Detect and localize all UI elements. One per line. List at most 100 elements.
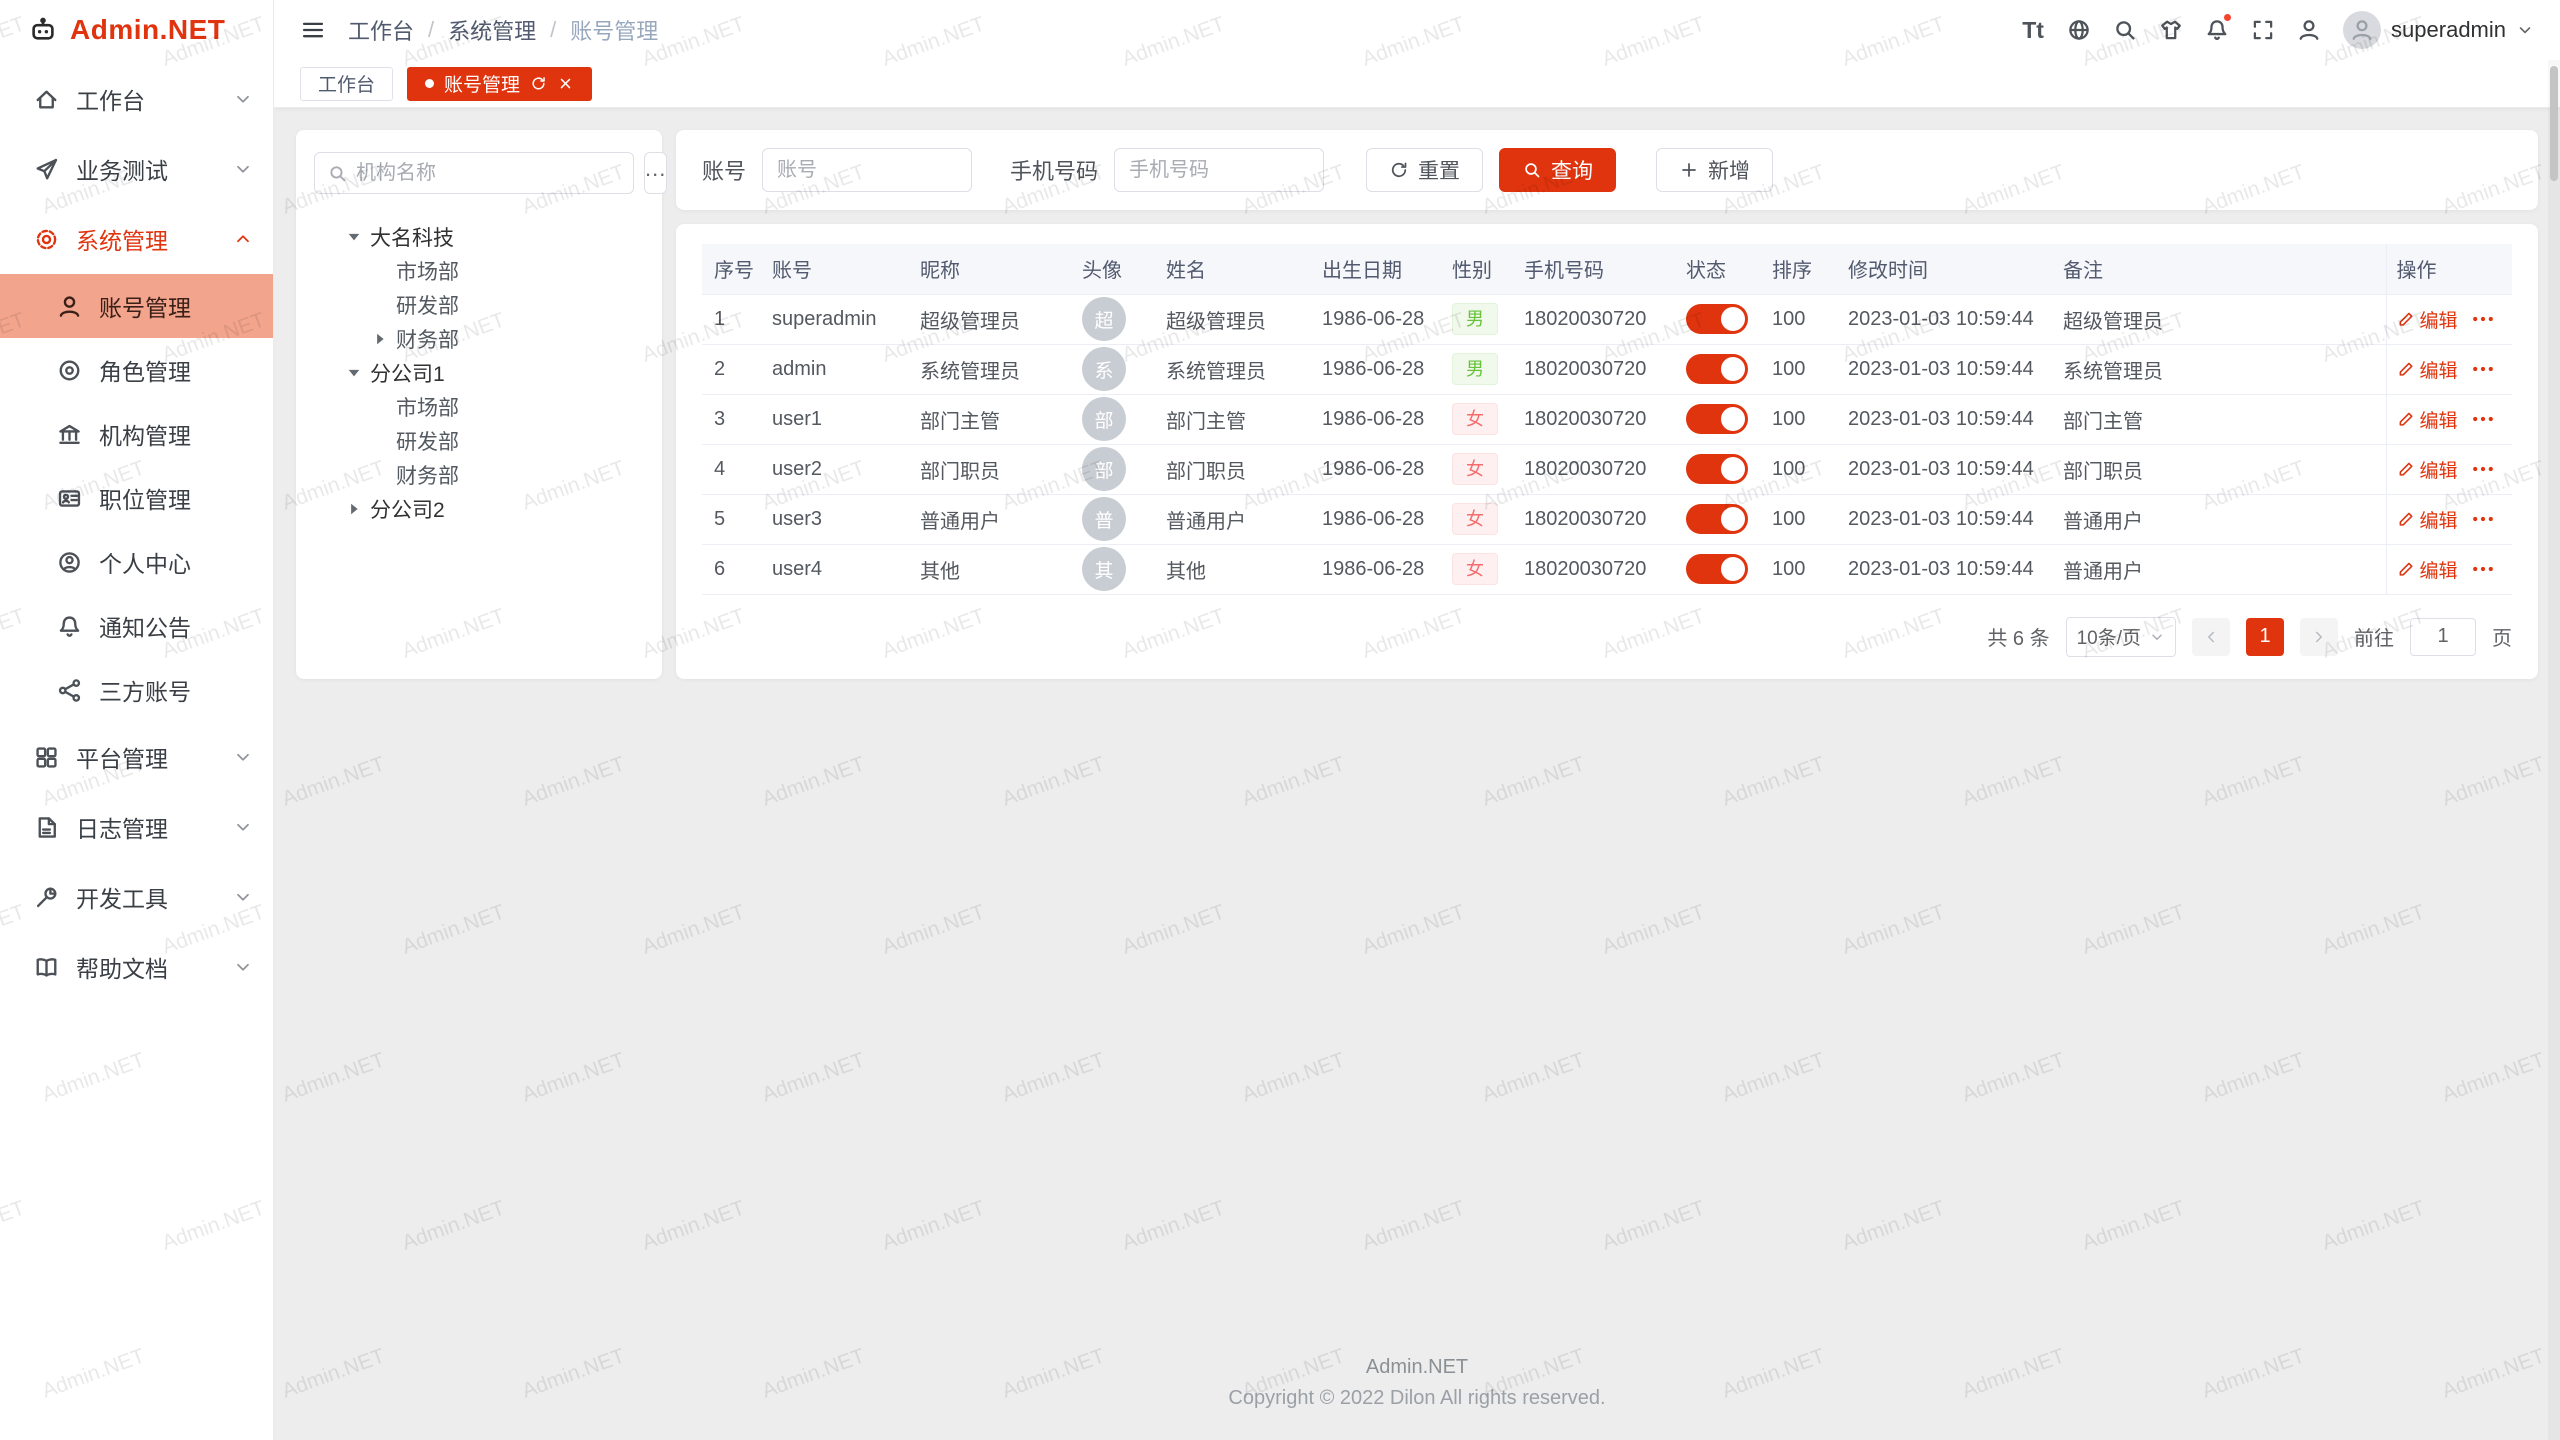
- breadcrumb-item[interactable]: 系统管理: [448, 14, 536, 46]
- cell-status: [1674, 294, 1760, 344]
- status-toggle[interactable]: [1686, 454, 1748, 484]
- cell-sort: 100: [1760, 494, 1836, 544]
- sidebar-item-log-mgmt[interactable]: 日志管理: [0, 792, 273, 862]
- menu-search-button[interactable]: [2103, 0, 2147, 60]
- sidebar-item-platform-mgmt[interactable]: 平台管理: [0, 722, 273, 792]
- cell-sort: 100: [1760, 394, 1836, 444]
- page-1-button[interactable]: 1: [2246, 618, 2284, 656]
- user-circle-icon: [56, 549, 83, 576]
- status-toggle[interactable]: [1686, 354, 1748, 384]
- caret-down-icon[interactable]: [344, 363, 364, 383]
- fullscreen-button[interactable]: [2241, 0, 2285, 60]
- goto-page-input[interactable]: [2410, 618, 2476, 656]
- caret-right-icon[interactable]: [344, 499, 364, 519]
- sidebar-item-system-mgmt[interactable]: 系统管理: [0, 204, 273, 274]
- row-more-button[interactable]: [2470, 506, 2496, 532]
- profile-button[interactable]: [2287, 0, 2331, 60]
- cell-actions: 编辑: [2386, 394, 2512, 444]
- gender-tag: 男: [1452, 303, 1498, 335]
- tab-account-mgmt[interactable]: 账号管理: [407, 67, 592, 101]
- sidebar-item-dev-tools[interactable]: 开发工具: [0, 862, 273, 932]
- reset-button[interactable]: 重置: [1366, 148, 1483, 192]
- tab-workbench[interactable]: 工作台: [300, 67, 393, 101]
- org-search-box[interactable]: [314, 152, 634, 194]
- tab-close-icon[interactable]: [557, 75, 574, 92]
- tree-node[interactable]: 分公司1: [314, 356, 644, 390]
- notification-button[interactable]: [2195, 0, 2239, 60]
- row-more-button[interactable]: [2470, 356, 2496, 382]
- search-icon: [1522, 160, 1542, 180]
- cell-index: 5: [702, 494, 760, 544]
- row-more-button[interactable]: [2470, 406, 2496, 432]
- sidebar-item-notice[interactable]: 通知公告: [0, 594, 273, 658]
- cell-actions: 编辑: [2386, 344, 2512, 394]
- tab-refresh-icon[interactable]: [530, 75, 547, 92]
- caret-placeholder: [370, 465, 390, 485]
- sidebar-item-position-mgmt[interactable]: 职位管理: [0, 466, 273, 530]
- book-icon: [33, 954, 60, 981]
- breadcrumb-item[interactable]: 账号管理: [570, 14, 658, 46]
- status-toggle[interactable]: [1686, 504, 1748, 534]
- caret-placeholder: [370, 295, 390, 315]
- status-toggle[interactable]: [1686, 554, 1748, 584]
- tree-node[interactable]: 市场部: [314, 254, 644, 288]
- tree-node[interactable]: 市场部: [314, 390, 644, 424]
- edit-icon: [2397, 460, 2415, 478]
- theme-button[interactable]: [2149, 0, 2193, 60]
- tree-node[interactable]: 大名科技: [314, 220, 644, 254]
- language-button[interactable]: [2057, 0, 2101, 60]
- sidebar-item-help-docs[interactable]: 帮助文档: [0, 932, 273, 1002]
- edit-button[interactable]: 编辑: [2397, 406, 2458, 433]
- status-toggle[interactable]: [1686, 304, 1748, 334]
- sidebar-item-business-test[interactable]: 业务测试: [0, 134, 273, 204]
- sidebar-item-third-party-account[interactable]: 三方账号: [0, 658, 273, 722]
- tree-node[interactable]: 研发部: [314, 424, 644, 458]
- cell-phone: 18020030720: [1512, 544, 1674, 594]
- sidebar-item-account-mgmt[interactable]: 账号管理: [0, 274, 273, 338]
- org-search-input[interactable]: [356, 162, 621, 185]
- next-page-button[interactable]: [2300, 618, 2338, 656]
- tree-node-label: 研发部: [396, 426, 459, 456]
- caret-right-icon[interactable]: [370, 329, 390, 349]
- edit-button[interactable]: 编辑: [2397, 456, 2458, 483]
- edit-button[interactable]: 编辑: [2397, 506, 2458, 533]
- share-icon: [56, 677, 83, 704]
- bell-icon: [56, 613, 83, 640]
- tree-node[interactable]: 财务部: [314, 322, 644, 356]
- scrollbar[interactable]: [2550, 66, 2558, 181]
- tree-node[interactable]: 研发部: [314, 288, 644, 322]
- account-filter-input[interactable]: [762, 148, 972, 192]
- row-more-button[interactable]: [2470, 556, 2496, 582]
- edit-button[interactable]: 编辑: [2397, 556, 2458, 583]
- font-size-button[interactable]: Tt: [2011, 0, 2055, 60]
- status-toggle[interactable]: [1686, 404, 1748, 434]
- phone-filter-input[interactable]: [1114, 148, 1324, 192]
- caret-down-icon[interactable]: [344, 227, 364, 247]
- brand-logo[interactable]: Admin.NET: [0, 0, 273, 60]
- tree-more-button[interactable]: ...: [644, 152, 667, 194]
- query-button[interactable]: 查询: [1499, 148, 1616, 192]
- sidebar-item-workbench[interactable]: 工作台: [0, 64, 273, 134]
- plus-icon: [1679, 160, 1699, 180]
- user-menu[interactable]: superadmin: [2343, 11, 2540, 49]
- tree-node[interactable]: 财务部: [314, 458, 644, 492]
- phone-filter-label: 手机号码: [1010, 154, 1098, 186]
- breadcrumb-item[interactable]: 工作台: [348, 14, 414, 46]
- row-more-button[interactable]: [2470, 306, 2496, 332]
- tree-node-label: 市场部: [396, 392, 459, 422]
- collapse-menu-icon[interactable]: [300, 17, 326, 43]
- org-tree-panel: ... 大名科技市场部研发部财务部分公司1市场部研发部财务部分公司2: [296, 130, 662, 679]
- edit-button[interactable]: 编辑: [2397, 306, 2458, 333]
- add-button[interactable]: 新增: [1656, 148, 1773, 192]
- sidebar-item-org-mgmt[interactable]: 机构管理: [0, 402, 273, 466]
- prev-page-button[interactable]: [2192, 618, 2230, 656]
- cell-nickname: 超级管理员: [908, 294, 1070, 344]
- page-size-select[interactable]: 10条/页: [2066, 617, 2176, 657]
- edit-button[interactable]: 编辑: [2397, 356, 2458, 383]
- sidebar-item-personal-center[interactable]: 个人中心: [0, 530, 273, 594]
- tree-node[interactable]: 分公司2: [314, 492, 644, 526]
- sidebar-item-role-mgmt[interactable]: 角色管理: [0, 338, 273, 402]
- row-more-button[interactable]: [2470, 456, 2496, 482]
- cell-birth-date: 1986-06-28: [1310, 394, 1440, 444]
- cell-gender: 女: [1440, 494, 1512, 544]
